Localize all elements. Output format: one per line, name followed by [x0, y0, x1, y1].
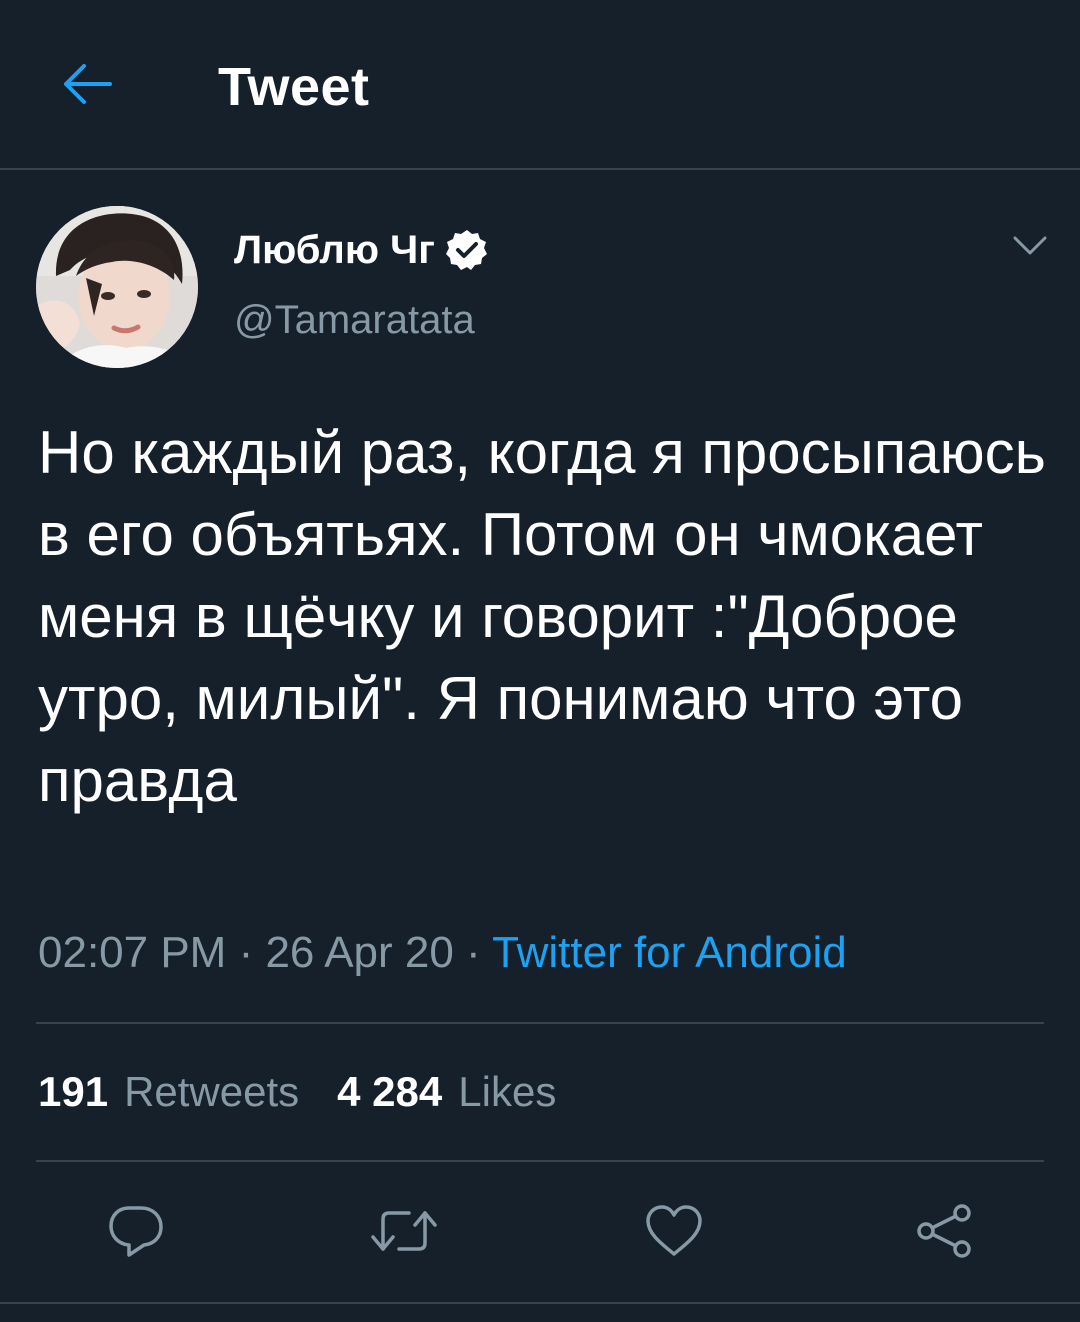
tweet-stats: 191 Retweets 4 284 Likes — [38, 1068, 556, 1116]
tweet-detail-screen: Tweet Люблю Чг @Tamaratata Но каждый раз… — [0, 0, 1080, 1322]
likes-count: 4 284 — [337, 1068, 443, 1115]
verified-badge-icon — [445, 230, 487, 270]
tweet-time: 02:07 PM — [38, 928, 227, 977]
meta-separator: · — [226, 928, 266, 977]
share-icon — [917, 1204, 971, 1258]
page-title: Tweet — [218, 57, 370, 117]
like-button[interactable] — [634, 1196, 714, 1266]
avatar[interactable] — [36, 206, 198, 368]
tweet-date: 26 Apr 20 — [265, 928, 454, 977]
arrow-left-icon — [64, 64, 112, 104]
avatar-image — [36, 206, 198, 368]
tweet-meta: 02:07 PM · 26 Apr 20 · Twitter for Andro… — [38, 928, 847, 978]
more-options-button[interactable] — [1008, 226, 1052, 266]
tweet-text: Но каждый раз, когда я просыпаюсь в его … — [38, 419, 1063, 814]
tweet-source-link[interactable]: Twitter for Android — [492, 928, 847, 977]
retweets-stat[interactable]: 191 Retweets — [38, 1068, 299, 1116]
share-button[interactable] — [904, 1196, 984, 1266]
meta-separator: · — [453, 928, 493, 977]
author-handle[interactable]: @Tamaratata — [234, 298, 475, 343]
retweets-count: 191 — [38, 1068, 109, 1115]
author-name-row[interactable]: Люблю Чг — [234, 222, 489, 278]
chevron-down-icon — [1013, 236, 1047, 255]
divider — [36, 1160, 1044, 1162]
reply-button[interactable] — [96, 1196, 176, 1266]
likes-label: Likes — [458, 1068, 557, 1115]
top-bar: Tweet — [0, 0, 1080, 170]
likes-stat[interactable]: 4 284 Likes — [337, 1068, 556, 1116]
retweets-label: Retweets — [124, 1068, 300, 1115]
retweet-button[interactable] — [364, 1196, 444, 1266]
divider — [36, 1022, 1044, 1024]
action-bar — [0, 1168, 1080, 1302]
author-name: Люблю Чг — [234, 227, 435, 272]
bottom-divider — [0, 1302, 1080, 1304]
reply-icon — [109, 1206, 163, 1257]
like-icon — [646, 1205, 702, 1256]
back-button[interactable] — [56, 56, 116, 112]
retweet-icon — [371, 1211, 437, 1251]
